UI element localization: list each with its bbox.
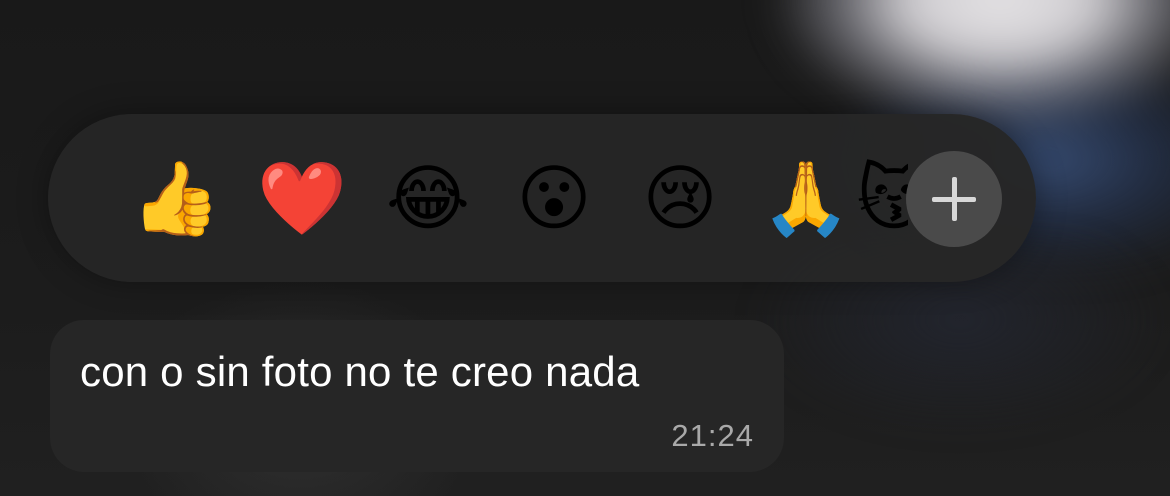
more-reactions-button[interactable] bbox=[906, 151, 1002, 247]
folded-hands-icon[interactable]: 🙏 bbox=[760, 152, 852, 244]
plus-icon-vertical bbox=[952, 177, 957, 221]
thumbs-up-icon[interactable]: 👍 bbox=[130, 152, 222, 244]
chat-screen: 👍 ❤️ 😂 😮 😢 🙏 😽 con o sin foto no te creo… bbox=[0, 0, 1170, 496]
message-timestamp: 21:24 bbox=[671, 418, 754, 453]
message-text: con o sin foto no te creo nada bbox=[80, 348, 640, 395]
kissing-cat-icon[interactable]: 😽 bbox=[848, 152, 908, 244]
heart-icon[interactable]: ❤️ bbox=[256, 152, 348, 244]
tears-of-joy-icon[interactable]: 😂 bbox=[382, 152, 474, 244]
surprised-face-icon[interactable]: 😮 bbox=[508, 152, 600, 244]
crying-face-icon[interactable]: 😢 bbox=[634, 152, 726, 244]
reaction-picker: 👍 ❤️ 😂 😮 😢 🙏 😽 bbox=[48, 114, 1036, 282]
reaction-emoji-row: 👍 ❤️ 😂 😮 😢 🙏 😽 bbox=[48, 114, 908, 282]
message-bubble[interactable]: con o sin foto no te creo nada 21:24 bbox=[50, 320, 784, 472]
